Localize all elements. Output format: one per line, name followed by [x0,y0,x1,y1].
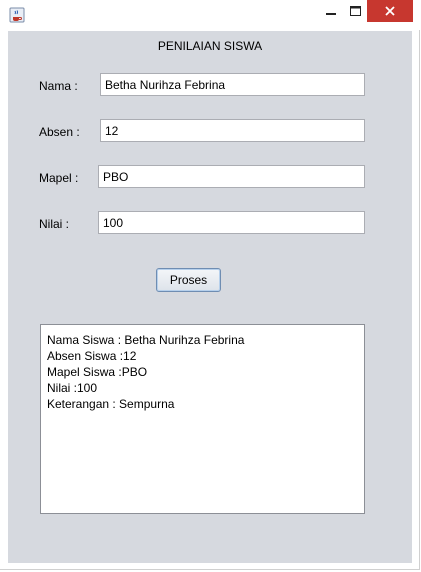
java-coffee-icon[interactable] [9,7,25,23]
close-icon [385,6,395,16]
output-line: Absen Siswa :12 [47,349,137,363]
output-line: Keterangan : Sempurna [47,397,175,411]
output-line: Mapel Siswa :PBO [47,365,148,379]
minimize-button[interactable] [319,0,343,22]
close-button[interactable] [367,0,413,22]
app-window: PENILAIAN SISWA Nama : Absen : Mapel : N… [0,0,420,570]
mapel-label: Mapel : [39,171,79,185]
minimize-icon [326,13,336,15]
proses-button[interactable]: Proses [156,268,221,292]
title-bar [0,0,420,30]
output-textarea[interactable]: Nama Siswa : Betha Nurihza Febrina Absen… [40,324,365,514]
nilai-label: Nilai : [39,217,70,231]
maximize-button[interactable] [343,0,367,22]
nilai-field[interactable] [98,211,365,234]
form-heading: PENILAIAN SISWA [157,39,263,53]
output-line: Nilai :100 [47,381,98,395]
nama-field[interactable] [100,73,365,96]
nama-label: Nama : [39,79,78,93]
absen-label: Absen : [39,125,80,139]
absen-field[interactable] [100,119,365,142]
mapel-field[interactable] [98,165,365,188]
form-panel: PENILAIAN SISWA Nama : Absen : Mapel : N… [8,31,412,563]
output-line: Nama Siswa : Betha Nurihza Febrina [47,333,245,347]
maximize-icon [349,6,361,16]
